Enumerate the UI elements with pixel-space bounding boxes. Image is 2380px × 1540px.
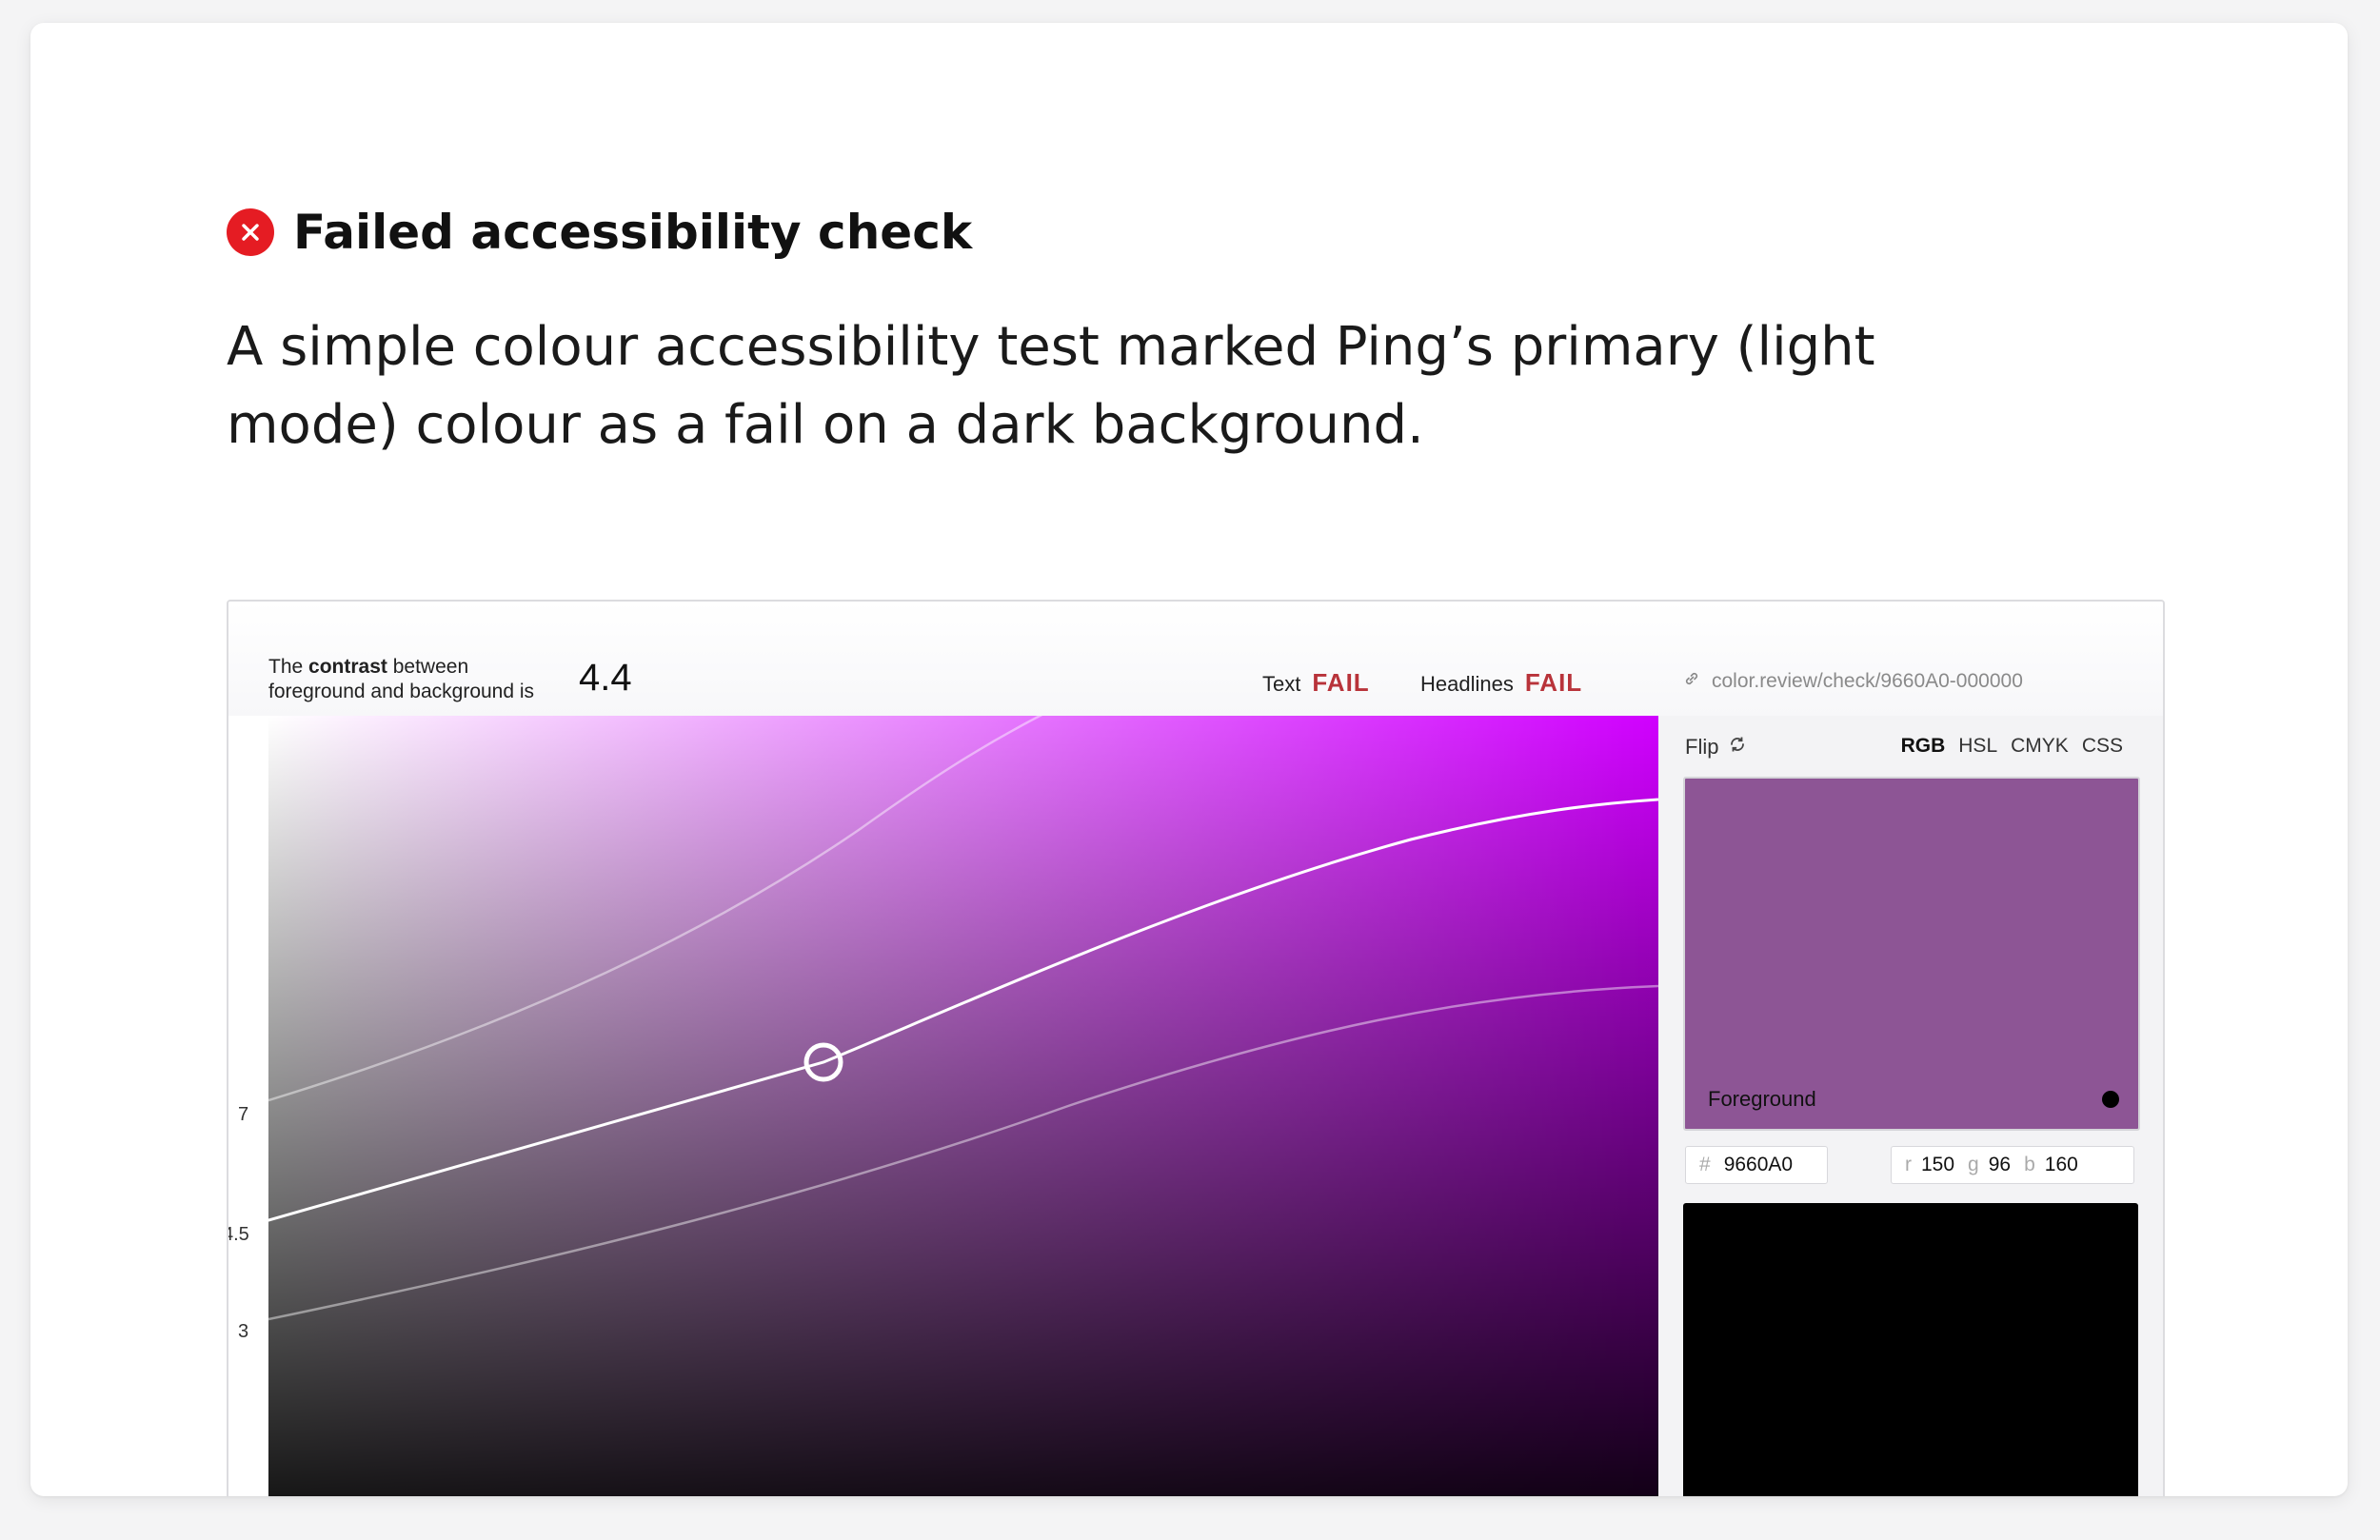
curve-ratio-7 — [268, 716, 1043, 1102]
hex-input[interactable]: # 9660A0 — [1685, 1146, 1828, 1184]
tab-css[interactable]: CSS — [2082, 735, 2123, 758]
contrast-curves — [268, 716, 1658, 1321]
y-tick-3: 3 — [238, 1321, 249, 1342]
refresh-icon — [1728, 735, 1747, 760]
case-study-card: Failed accessibility check A simple colo… — [30, 23, 2348, 1496]
curve-ratio-3 — [268, 984, 1658, 1321]
b-label: b — [2024, 1154, 2035, 1175]
contrast-ratio: 4.4 — [579, 657, 632, 699]
text-status-label: Text — [1262, 672, 1301, 696]
headlines-status: Headlines FAIL — [1420, 668, 1582, 698]
link-icon — [1683, 670, 1700, 693]
text-status-value: FAIL — [1312, 668, 1370, 697]
contrast-plot[interactable] — [268, 716, 1658, 1496]
g-value[interactable]: 96 — [1989, 1154, 2011, 1176]
headlines-status-label: Headlines — [1420, 672, 1514, 696]
error-x-icon — [227, 208, 274, 256]
card-heading: Failed accessibility check — [293, 205, 973, 260]
share-link[interactable]: color.review/check/9660A0-000000 — [1683, 670, 2023, 693]
contrast-line1-rest: between — [387, 656, 469, 678]
contrast-line2: foreground and background is — [268, 681, 535, 702]
y-tick-7: 7 — [238, 1104, 249, 1125]
contrast-caption: The contrast between foreground and back… — [268, 655, 534, 704]
contrast-prefix: The — [268, 656, 309, 678]
y-tick-4-5: 4.5 — [228, 1224, 249, 1245]
tab-hsl[interactable]: HSL — [1958, 735, 1997, 758]
card-description: A simple colour accessibility test marke… — [227, 316, 1875, 456]
text-status: Text FAIL — [1262, 668, 1370, 698]
tab-cmyk[interactable]: CMYK — [2011, 735, 2069, 758]
flip-label: Flip — [1685, 735, 1719, 759]
contrast-bold-word: contrast — [308, 656, 387, 678]
heading-row: Failed accessibility check — [227, 204, 972, 261]
hex-prefix: # — [1699, 1154, 1711, 1175]
color-sidebar: Flip RGB HSL CMYK CSS Foreground # 9660A… — [1658, 716, 2163, 1496]
hex-value: 9660A0 — [1723, 1154, 1794, 1175]
tab-rgb[interactable]: RGB — [1901, 735, 1946, 758]
flip-button[interactable]: Flip — [1685, 735, 1747, 760]
share-link-text: color.review/check/9660A0-000000 — [1712, 670, 2023, 692]
color-mode-tabs: RGB HSL CMYK CSS — [1901, 735, 2123, 758]
g-label: g — [1968, 1154, 1979, 1175]
headlines-status-value: FAIL — [1524, 668, 1583, 697]
b-value[interactable]: 160 — [2045, 1154, 2078, 1176]
foreground-swatch[interactable]: Foreground — [1683, 777, 2140, 1131]
foreground-label: Foreground — [1708, 1087, 1816, 1111]
r-label: r — [1905, 1154, 1912, 1175]
r-value[interactable]: 150 — [1921, 1154, 1954, 1176]
background-swatch[interactable] — [1683, 1203, 2138, 1496]
rgb-inputs[interactable]: r 150 g 96 b 160 — [1891, 1146, 2134, 1184]
active-indicator-dot — [2102, 1091, 2119, 1108]
contrast-checker-screenshot: The contrast between foreground and back… — [227, 600, 2165, 1496]
curve-ratio-4-5 — [268, 798, 1658, 1222]
